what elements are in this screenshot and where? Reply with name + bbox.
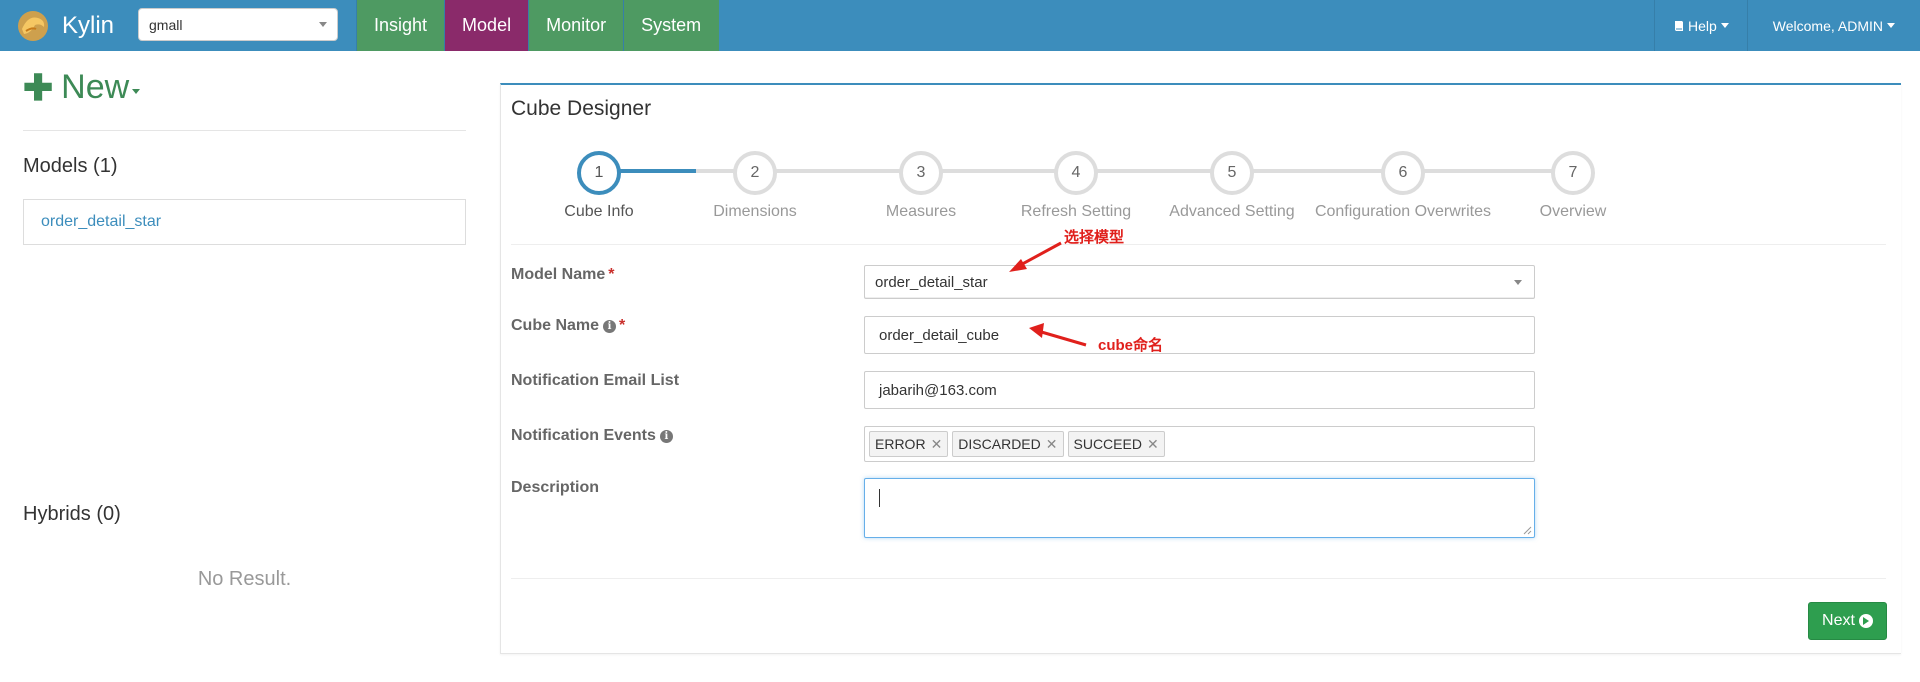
chevron-down-icon <box>1514 280 1522 285</box>
step-number: 3 <box>899 151 943 195</box>
caret-down-icon <box>1887 23 1895 28</box>
designer-title: Cube Designer <box>511 97 652 120</box>
event-tag-label: ERROR <box>875 436 926 452</box>
new-label: New <box>61 68 130 106</box>
remove-icon[interactable]: ✕ <box>931 436 943 453</box>
step-number: 1 <box>577 151 621 195</box>
chevron-down-icon <box>319 22 327 27</box>
help-label: Help <box>1687 17 1717 34</box>
divider <box>511 578 1886 579</box>
kylin-logo-icon <box>18 10 48 41</box>
cube-name-label: Cube Name i * <box>511 317 625 335</box>
step-label: Advanced Setting <box>1169 203 1295 220</box>
new-button[interactable]: ✚ New <box>23 66 141 108</box>
cube-name-label-text: Cube Name <box>511 317 600 334</box>
arrow-right-icon <box>1858 614 1873 628</box>
step-number: 4 <box>1054 151 1098 195</box>
plus-icon: ✚ <box>23 66 54 108</box>
step-label: Dimensions <box>713 203 797 220</box>
description-label: Description <box>511 479 600 496</box>
project-select-value: gmall <box>149 16 183 33</box>
divider <box>23 130 466 131</box>
step-dimensions[interactable]: 2 Dimensions <box>665 151 845 221</box>
model-item[interactable]: order_detail_star <box>41 213 161 231</box>
step-advanced-setting[interactable]: 5 Advanced Setting <box>1142 151 1322 221</box>
annotation-select-model: 选择模型 <box>1064 229 1125 246</box>
cube-designer-panel: Cube Designer 1 Cube Info 2 Dimensions 3… <box>500 83 1901 654</box>
step-overview[interactable]: 7 Overview <box>1483 151 1663 221</box>
event-tag: ERROR ✕ <box>869 431 949 457</box>
next-button[interactable]: Next <box>1808 602 1887 640</box>
event-tag-label: SUCCEED <box>1073 436 1142 452</box>
annotation-arrow-icon <box>1029 323 1087 347</box>
info-icon[interactable]: i <box>603 320 617 333</box>
step-refresh-setting[interactable]: 4 Refresh Setting <box>986 151 1166 221</box>
top-navbar: Kylin gmall Insight Model Monitor System… <box>0 0 1920 51</box>
event-tag: DISCARDED ✕ <box>952 431 1064 457</box>
model-name-label-text: Model Name <box>511 266 606 283</box>
model-name-label: Model Name * <box>511 266 614 284</box>
annotation-cube-name: cube命名 <box>1098 337 1164 354</box>
tab-monitor[interactable]: Monitor <box>528 0 624 51</box>
step-number: 6 <box>1381 151 1425 195</box>
welcome-label: Welcome, ADMIN <box>1772 17 1883 34</box>
events-label: Notification Events i <box>511 427 673 445</box>
description-textarea[interactable] <box>864 478 1535 538</box>
book-icon <box>1674 20 1683 31</box>
email-value: jabarih@163.com <box>879 381 997 399</box>
email-label: Notification Email List <box>511 372 680 389</box>
step-label: Refresh Setting <box>1020 203 1132 220</box>
brand-name: Kylin <box>62 11 115 39</box>
model-name-select[interactable]: order_detail_star <box>864 265 1535 299</box>
remove-icon[interactable]: ✕ <box>1147 436 1159 453</box>
tab-system[interactable]: System <box>623 0 720 51</box>
text-cursor <box>879 489 880 507</box>
step-label: Measures <box>885 203 957 220</box>
no-result-text: No Result. <box>197 568 292 590</box>
brand[interactable]: Kylin <box>0 0 126 51</box>
user-menu[interactable]: Welcome, ADMIN <box>1746 0 1920 51</box>
event-tag-label: DISCARDED <box>958 436 1041 452</box>
caret-down-icon <box>132 89 141 94</box>
hybrids-title: Hybrids (0) <box>23 503 121 525</box>
resize-handle-icon[interactable] <box>1522 525 1532 535</box>
wizard-steps: 1 Cube Info 2 Dimensions 3 Measures 4 Re… <box>501 151 1901 231</box>
caret-down-icon <box>1720 23 1729 28</box>
model-name-value: order_detail_star <box>875 273 988 291</box>
help-menu[interactable]: Help <box>1653 0 1747 51</box>
models-list: order_detail_star <box>23 199 466 245</box>
cube-name-input[interactable]: order_detail_cube <box>864 316 1535 354</box>
required-mark: * <box>608 266 615 283</box>
step-measures[interactable]: 3 Measures <box>831 151 1011 221</box>
cube-name-value: order_detail_cube <box>879 326 1000 344</box>
divider <box>511 244 1886 245</box>
step-label: Overview <box>1539 203 1607 220</box>
required-mark: * <box>619 317 626 334</box>
event-tag: SUCCEED ✕ <box>1067 431 1165 457</box>
step-number: 2 <box>733 151 777 195</box>
step-label: Cube Info <box>564 203 634 220</box>
project-select[interactable]: gmall <box>138 8 338 41</box>
step-cube-info[interactable]: 1 Cube Info <box>509 151 689 221</box>
tab-model[interactable]: Model <box>444 0 529 51</box>
models-title: Models (1) <box>23 155 118 177</box>
step-number: 5 <box>1210 151 1254 195</box>
tab-insight[interactable]: Insight <box>356 0 445 51</box>
step-number: 7 <box>1551 151 1595 195</box>
step-label: Configuration Overwrites <box>1314 203 1492 220</box>
info-icon[interactable]: i <box>659 430 673 443</box>
remove-icon[interactable]: ✕ <box>1046 436 1058 453</box>
events-label-text: Notification Events <box>511 427 656 444</box>
email-input[interactable]: jabarih@163.com <box>864 371 1535 409</box>
next-label: Next <box>1822 612 1855 629</box>
step-configuration-overwrites[interactable]: 6 Configuration Overwrites <box>1313 151 1493 221</box>
events-tag-input[interactable]: ERROR ✕ DISCARDED ✕ SUCCEED ✕ <box>864 426 1535 462</box>
